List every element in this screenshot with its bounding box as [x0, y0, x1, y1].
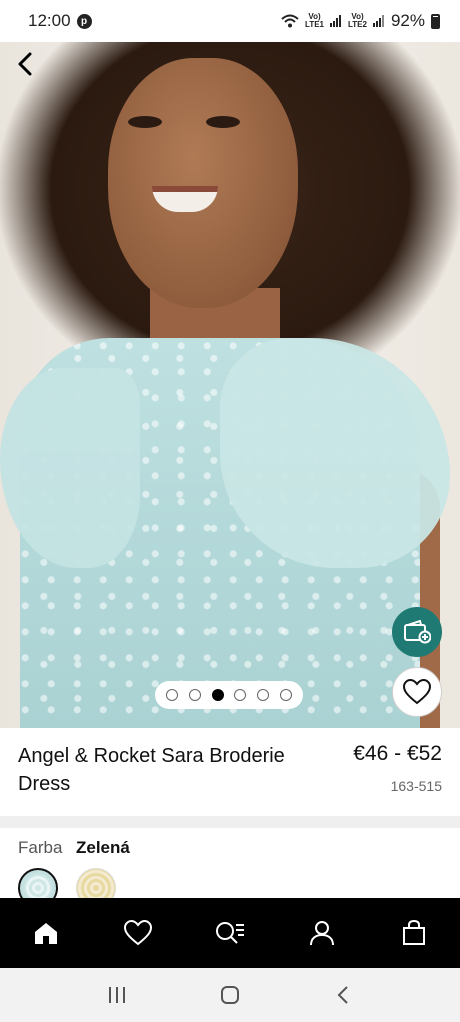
gallery-dot-active[interactable] — [211, 689, 224, 701]
home-system-button[interactable] — [210, 975, 250, 1015]
bottom-navigation — [0, 898, 460, 968]
nav-bag[interactable] — [391, 910, 437, 956]
back-button[interactable] — [12, 50, 40, 78]
bag-icon — [403, 920, 425, 945]
home-icon — [35, 923, 57, 944]
add-to-wallet-button[interactable] — [392, 607, 442, 657]
wallet-plus-icon — [404, 620, 431, 644]
gallery-dot[interactable] — [280, 689, 293, 701]
gallery-dot[interactable] — [188, 689, 201, 701]
chevron-left-icon — [18, 52, 32, 76]
battery-icon — [431, 13, 440, 29]
status-indicators: Vo) LTE1 Vo) LTE2 92% — [281, 11, 440, 31]
color-selector: Farba Zelená — [0, 828, 460, 908]
gallery-dot[interactable] — [165, 689, 178, 701]
product-info: Angel & Rocket Sara Broderie Dress €46 -… — [0, 728, 460, 816]
home-square-icon — [220, 986, 239, 1004]
nav-home[interactable] — [23, 910, 69, 956]
network-2-label: Vo) LTE2 — [348, 12, 367, 29]
nav-favorites[interactable] — [115, 910, 161, 956]
color-label: Farba — [18, 838, 63, 857]
photo-eye-right — [206, 116, 240, 128]
product-image-gallery[interactable] — [0, 38, 460, 728]
gallery-dot[interactable] — [257, 689, 270, 701]
network-1-label: Vo) LTE1 — [305, 12, 324, 29]
nav-search[interactable] — [207, 910, 253, 956]
signal-1-icon — [330, 15, 341, 27]
recent-apps-button[interactable] — [97, 975, 137, 1015]
wifi-icon — [281, 14, 299, 28]
heart-icon — [124, 920, 152, 946]
nav-account[interactable] — [299, 910, 345, 956]
signal-2-icon — [372, 15, 384, 27]
back-arrow-icon — [337, 986, 349, 1004]
system-back-button[interactable] — [323, 975, 363, 1015]
battery-percent: 92% — [390, 11, 425, 30]
product-detail-page: 12:00 p Vo) LTE1 Vo) LTE2 92% Angel & Ro… — [0, 0, 460, 1022]
heart-icon — [403, 679, 431, 705]
gallery-pagination — [155, 681, 303, 709]
search-list-icon — [216, 922, 244, 944]
section-divider — [0, 816, 460, 828]
color-value: Zelená — [76, 838, 130, 857]
gallery-dot[interactable] — [234, 689, 247, 701]
photo-eye-left — [128, 116, 162, 128]
status-time: 12:00 — [28, 11, 71, 30]
system-navigation — [0, 968, 460, 1022]
photo-mouth — [152, 186, 218, 212]
photo-face — [108, 58, 298, 308]
recent-apps-icon — [108, 987, 125, 1003]
product-sku: 163-515 — [390, 778, 442, 794]
product-price: €46 - €52 — [353, 742, 442, 765]
pinterest-icon: p — [76, 13, 92, 29]
product-name: Angel & Rocket Sara Broderie Dress — [18, 745, 285, 795]
add-to-favorites-button[interactable] — [392, 667, 442, 717]
status-bar: 12:00 p Vo) LTE1 Vo) LTE2 92% — [0, 0, 460, 42]
account-icon — [310, 921, 334, 946]
